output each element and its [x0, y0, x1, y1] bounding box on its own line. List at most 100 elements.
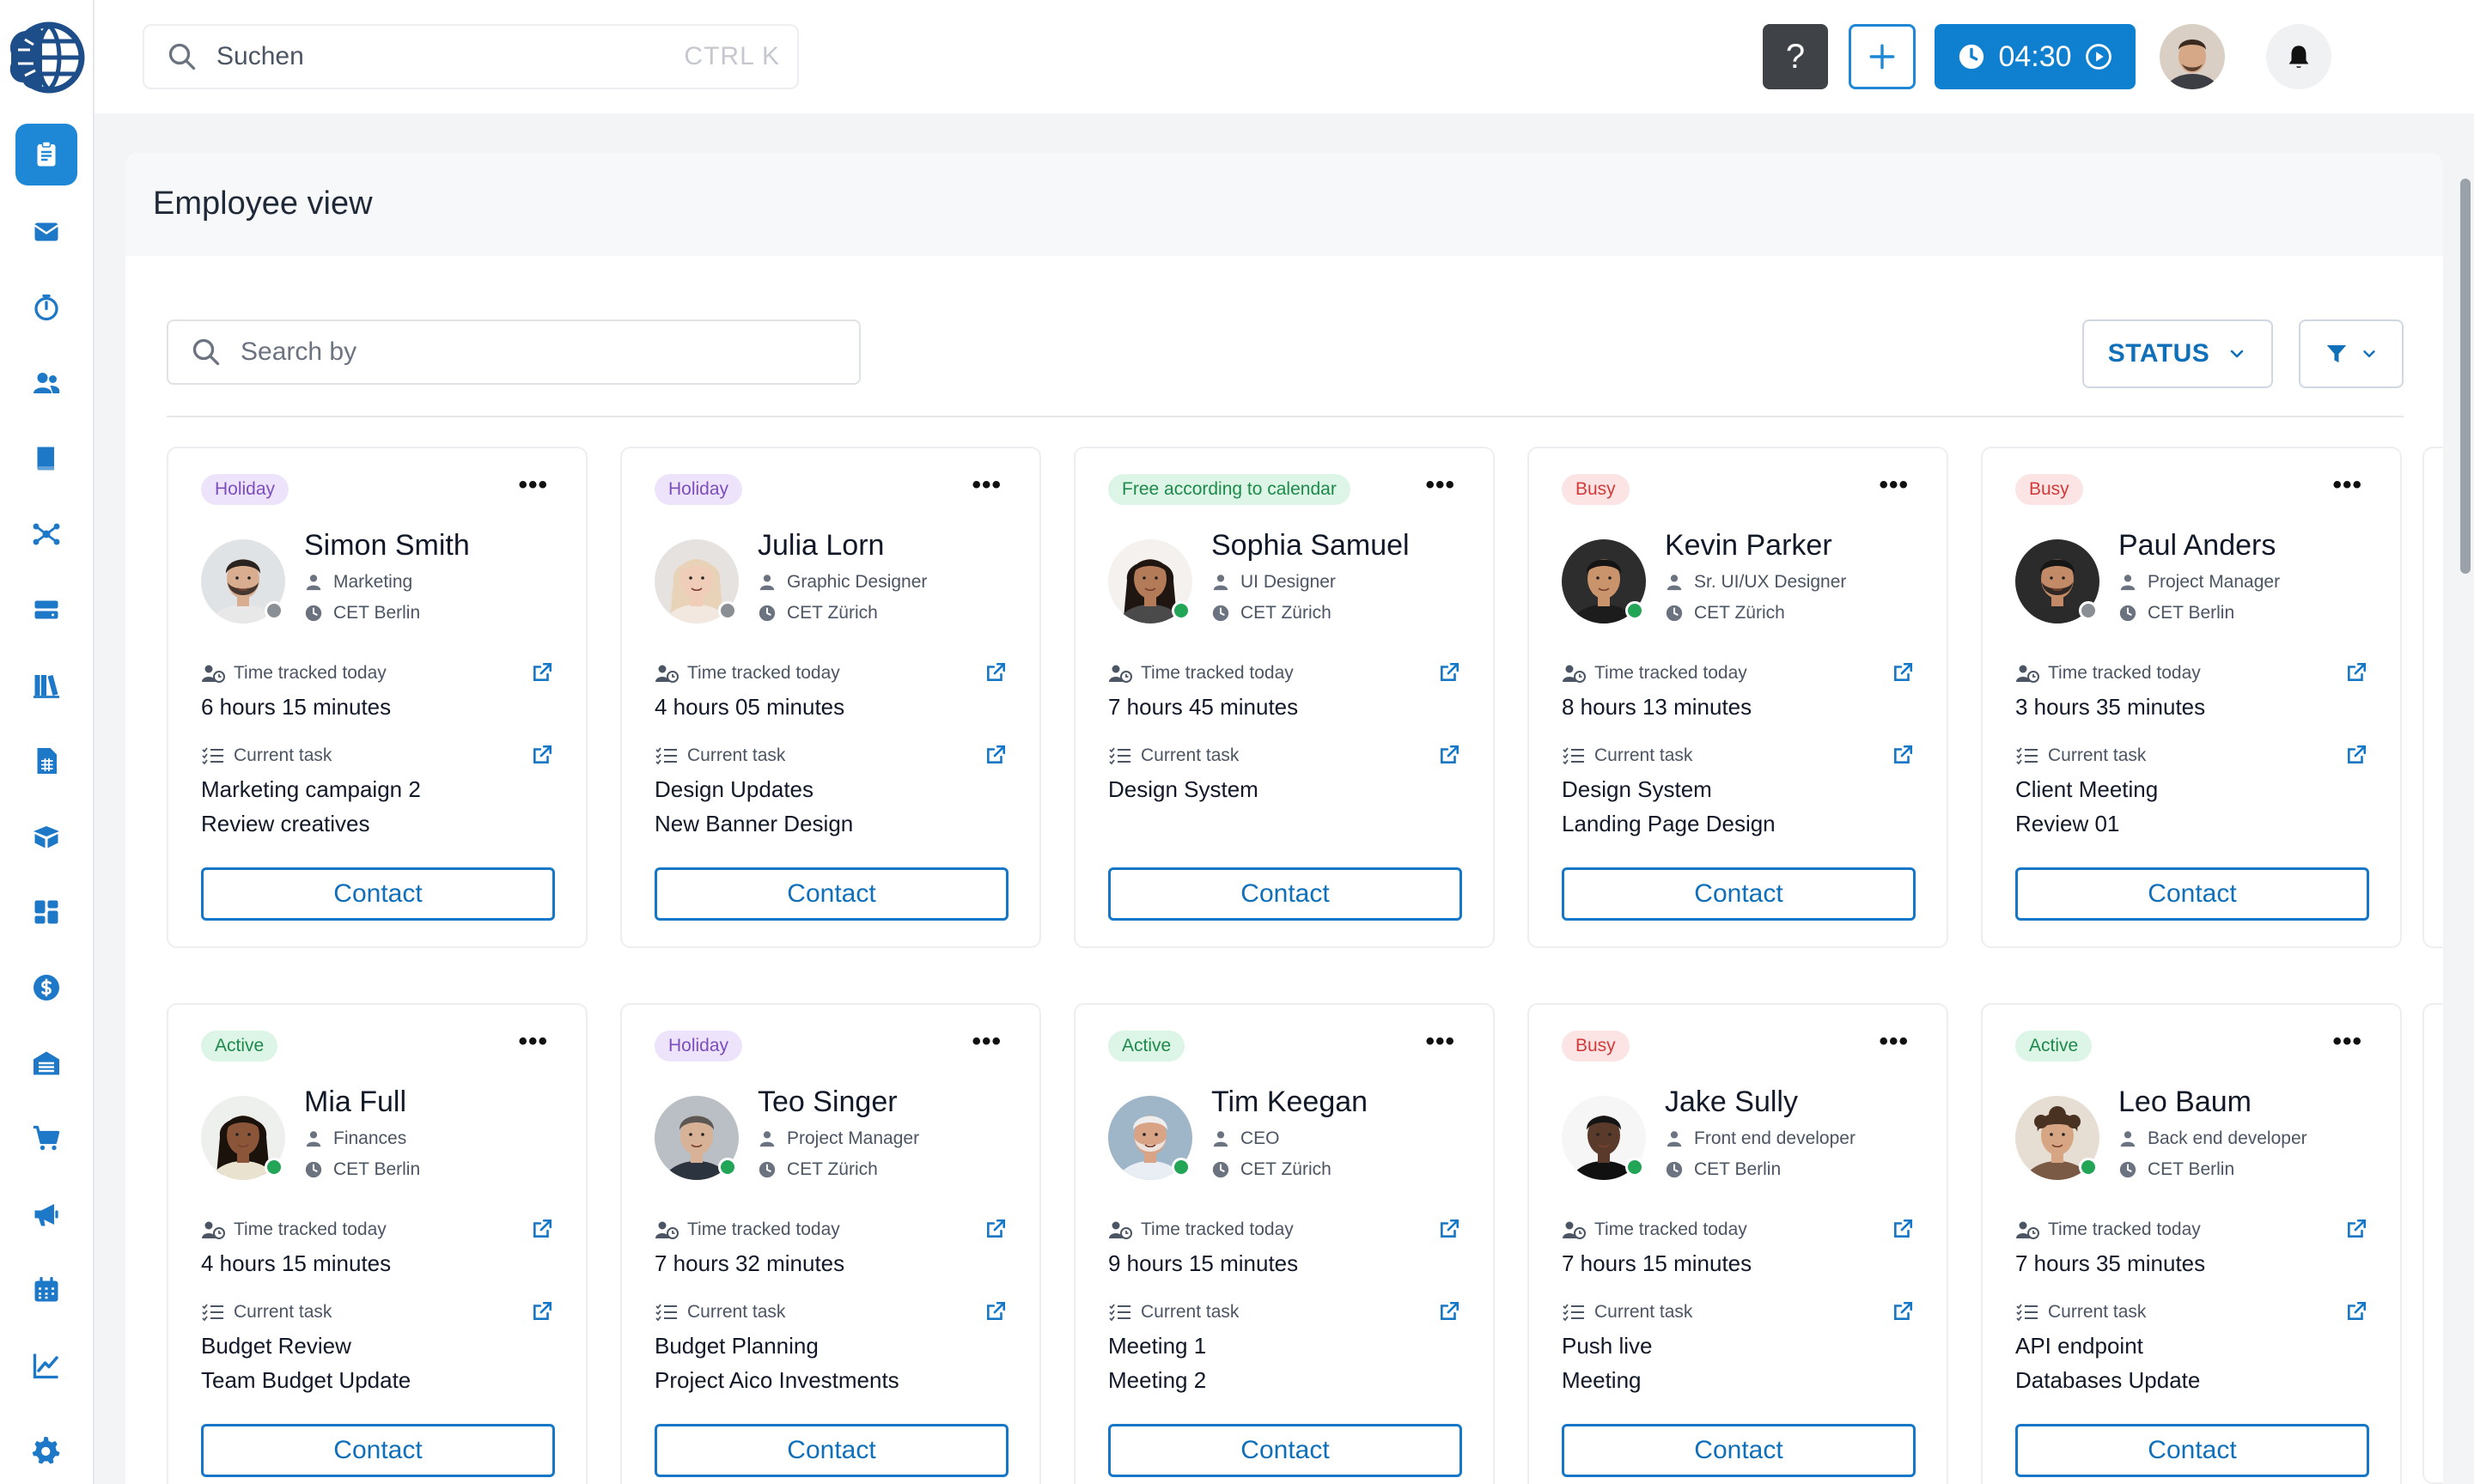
time-tracked-label: Time tracked today	[655, 1219, 840, 1240]
external-link-icon[interactable]	[2345, 744, 2367, 766]
employee-timezone: CET Zürich	[1211, 1159, 1331, 1180]
external-link-icon[interactable]	[1438, 744, 1460, 766]
time-tracked-text: Time tracked today	[234, 663, 387, 683]
add-button[interactable]	[1849, 24, 1916, 89]
employee-timezone-label: CET Zürich	[787, 1159, 878, 1179]
external-link-icon[interactable]	[1892, 661, 1914, 684]
employee-role: Front end developer	[1665, 1128, 1855, 1149]
contact-button[interactable]: Contact	[2015, 1424, 2369, 1477]
presence-indicator	[718, 601, 737, 620]
status-filter-dropdown[interactable]: STATUS	[2082, 319, 2273, 388]
employee-role-label: Graphic Designer	[787, 572, 928, 592]
time-tracked-text: Time tracked today	[687, 663, 840, 683]
sidebar-item-cart[interactable]	[15, 1108, 77, 1170]
clock-icon	[1212, 1161, 1229, 1178]
timer-button[interactable]: 04:30	[1935, 24, 2136, 89]
filter-dropdown-button[interactable]	[2299, 319, 2404, 388]
more-options-icon[interactable]: •••	[2332, 1029, 2362, 1055]
contact-button[interactable]: Contact	[1108, 1424, 1462, 1477]
external-link-icon[interactable]	[2345, 1300, 2367, 1323]
external-link-icon[interactable]	[984, 1300, 1007, 1323]
more-options-icon[interactable]: •••	[1425, 472, 1455, 498]
sidebar-item-chart[interactable]	[15, 1335, 77, 1396]
employee-timezone-label: CET Berlin	[1694, 1159, 1782, 1179]
time-tracked-value: 4 hours 15 minutes	[201, 1250, 392, 1276]
more-options-icon[interactable]: •••	[1425, 1029, 1455, 1055]
time-tracked-text: Time tracked today	[1141, 663, 1294, 683]
more-options-icon[interactable]: •••	[518, 472, 548, 498]
current-task-text: Current task	[2048, 1302, 2147, 1322]
user-avatar[interactable]	[2160, 24, 2225, 89]
sidebar-item-dollar[interactable]	[15, 957, 77, 1019]
more-options-icon[interactable]: •••	[972, 1029, 1002, 1055]
contact-button[interactable]: Contact	[201, 1424, 555, 1477]
time-tracked-text: Time tracked today	[2048, 663, 2201, 683]
more-options-icon[interactable]: •••	[1879, 472, 1909, 498]
external-link-icon[interactable]	[2345, 1218, 2367, 1240]
sidebar-item-box[interactable]	[15, 806, 77, 867]
external-link-icon[interactable]	[1438, 661, 1460, 684]
employee-avatar	[201, 1096, 285, 1180]
contact-button[interactable]: Contact	[201, 867, 555, 921]
sidebar-item-calendar[interactable]	[15, 1259, 77, 1321]
sidebar-item-users[interactable]	[15, 352, 77, 414]
sidebar-item-megaphone[interactable]	[15, 1183, 77, 1245]
more-options-icon[interactable]: •••	[972, 472, 1002, 498]
external-link-icon[interactable]	[984, 1218, 1007, 1240]
time-tracked-label: Time tracked today	[1108, 1219, 1294, 1240]
external-link-icon[interactable]	[531, 1300, 553, 1323]
external-link-icon[interactable]	[531, 661, 553, 684]
sidebar-item-timer[interactable]	[15, 277, 77, 338]
employee-timezone: CET Zürich	[1211, 603, 1331, 623]
current-task-text: Current task	[1141, 1302, 1240, 1322]
scrollbar-thumb[interactable]	[2460, 179, 2471, 574]
external-link-icon[interactable]	[1438, 1300, 1460, 1323]
employee-role-label: CEO	[1240, 1128, 1280, 1148]
contact-button[interactable]: Contact	[1562, 867, 1916, 921]
more-options-icon[interactable]: •••	[518, 1029, 548, 1055]
sidebar-item-clipboard[interactable]	[15, 124, 77, 186]
sidebar-item-warehouse[interactable]	[15, 1032, 77, 1094]
chevron-down-icon	[2363, 350, 2375, 357]
external-link-icon[interactable]	[984, 744, 1007, 766]
notifications-button[interactable]	[2266, 24, 2331, 89]
user-time-icon	[1563, 665, 1586, 683]
settings-icon	[32, 1436, 60, 1464]
brain-logo-icon[interactable]	[4, 19, 88, 96]
employee-card: Active ••• Tim Keegan CEO CET Zürich Time tra…	[1074, 1003, 1495, 1484]
contact-button[interactable]: Contact	[1562, 1424, 1916, 1477]
user-time-icon	[1563, 1221, 1586, 1239]
external-link-icon[interactable]	[1892, 1300, 1914, 1323]
sidebar-item-library[interactable]	[15, 654, 77, 716]
contact-button[interactable]: Contact	[655, 1424, 1008, 1477]
employee-timezone-label: CET Zürich	[1240, 603, 1331, 623]
external-link-icon[interactable]	[531, 1218, 553, 1240]
help-button[interactable]: ?	[1763, 24, 1828, 89]
external-link-icon[interactable]	[531, 744, 553, 766]
external-link-icon[interactable]	[984, 661, 1007, 684]
more-options-icon[interactable]: •••	[2332, 472, 2362, 498]
user-time-icon	[1109, 1221, 1132, 1239]
contact-button[interactable]: Contact	[1108, 867, 1462, 921]
time-tracked-label: Time tracked today	[1108, 663, 1294, 684]
employee-card: Active ••• Mia Full Finances CET Berlin Time …	[167, 1003, 588, 1484]
employee-search-input[interactable]: Search by	[167, 319, 861, 385]
more-options-icon[interactable]: •••	[1879, 1029, 1909, 1055]
employee-timezone-label: CET Zürich	[1240, 1159, 1331, 1179]
external-link-icon[interactable]	[1892, 1218, 1914, 1240]
sidebar-item-server[interactable]	[15, 579, 77, 641]
external-link-icon[interactable]	[1438, 1218, 1460, 1240]
sidebar-item-book[interactable]	[15, 428, 77, 490]
sidebar-item-dashboard[interactable]	[15, 881, 77, 943]
sidebar-item-mail[interactable]	[15, 201, 77, 263]
contact-button[interactable]: Contact	[2015, 867, 2369, 921]
sidebar-item-settings[interactable]	[15, 1420, 77, 1482]
sidebar-item-spreadsheet[interactable]	[15, 730, 77, 792]
external-link-icon[interactable]	[1892, 744, 1914, 766]
contact-button[interactable]: Contact	[655, 867, 1008, 921]
task-list-icon	[202, 747, 223, 765]
global-search-input[interactable]: Suchen CTRL K	[143, 24, 799, 89]
employee-role: Back end developer	[2118, 1128, 2307, 1149]
external-link-icon[interactable]	[2345, 661, 2367, 684]
sidebar-item-network[interactable]	[15, 503, 77, 565]
